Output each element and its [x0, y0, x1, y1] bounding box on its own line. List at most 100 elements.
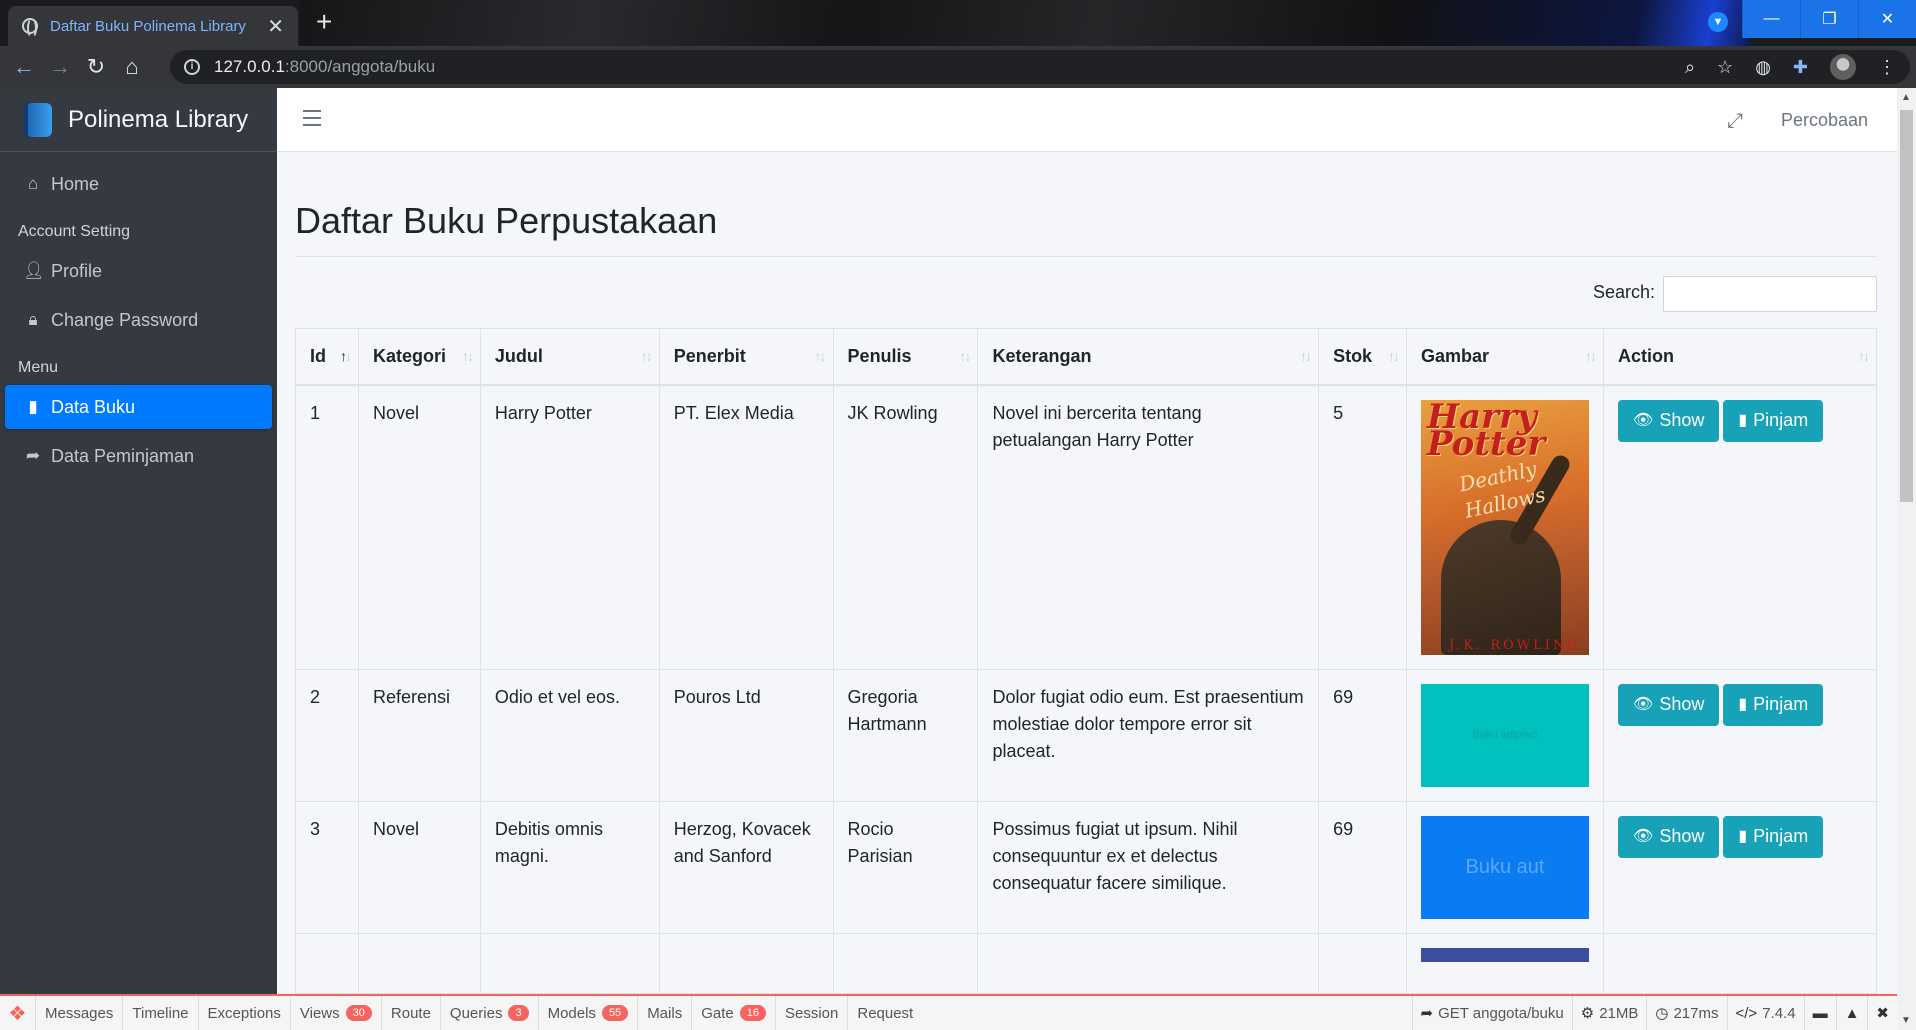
- window-background: [300, 0, 1750, 46]
- column-header-penerbit[interactable]: Penerbit ↑↓: [658, 328, 834, 386]
- column-header-penulis[interactable]: Penulis ↑↓: [832, 328, 979, 386]
- debugbar-php-version[interactable]: </> 7.4.4: [1726, 996, 1804, 1030]
- address-bar[interactable]: i 127.0.0.1:8000/anggota/buku ⌕ ☆ ◍ ✚ ⋮: [170, 50, 1910, 84]
- book-icon: ▮: [1738, 412, 1748, 429]
- debugbar-tab-gate[interactable]: Gate 16: [692, 996, 776, 1030]
- sidebar-nav: ⌂ Home Account Setting 👤︎ Profile 🔒︎ Cha…: [0, 152, 277, 493]
- pinjam-button[interactable]: ▮ Pinjam: [1723, 683, 1824, 726]
- cover-author: J.K. ROWLING: [1449, 637, 1581, 653]
- content: Daftar Buku Perpustakaan Search: Id ↑↓ Ka…: [277, 152, 1897, 994]
- search-input[interactable]: [1663, 276, 1877, 312]
- tab-close-icon[interactable]: ✕: [267, 14, 284, 39]
- cell-stok: 69: [1318, 800, 1408, 934]
- search-label: Search:: [1593, 282, 1656, 302]
- debugbar-memory[interactable]: ⚙ 21MB: [1571, 996, 1647, 1030]
- show-button[interactable]: 👁︎ Show: [1618, 399, 1720, 442]
- fullscreen-icon[interactable]: ⤢: [1727, 110, 1743, 133]
- cell-judul: Odio et vel eos.: [479, 668, 660, 802]
- back-icon[interactable]: ←: [6, 49, 42, 85]
- close-debugbar-icon[interactable]: ✖: [1867, 996, 1897, 1030]
- bookmark-star-icon[interactable]: ☆: [1717, 57, 1733, 78]
- sidebar-item-label: Data Peminjaman: [51, 445, 195, 466]
- page-scrollbar[interactable]: ▲ ▼: [1897, 88, 1916, 1030]
- debugbar-tab-queries[interactable]: Queries 3: [441, 996, 539, 1030]
- column-header-stok[interactable]: Stok ↑↓: [1318, 328, 1408, 386]
- site-info-icon[interactable]: i: [184, 59, 200, 75]
- user-menu-link[interactable]: Percobaan: [1781, 110, 1868, 131]
- sort-asc-icon: ↑↓: [339, 348, 352, 364]
- brand-link[interactable]: Polinema Library: [0, 88, 277, 152]
- debugbar-tab-models[interactable]: Models 55: [539, 996, 639, 1030]
- debugbar-tab-messages[interactable]: Messages: [36, 996, 124, 1030]
- sidebar-item-home[interactable]: ⌂ Home: [5, 162, 272, 206]
- column-header-id[interactable]: Id ↑↓: [295, 328, 359, 386]
- sort-icon: ↑↓: [814, 348, 827, 364]
- minimize-debugbar-icon[interactable]: ▲: [1835, 996, 1868, 1030]
- show-button[interactable]: 👁︎ Show: [1618, 815, 1720, 858]
- table-row: 3 Novel Debitis omnis magni. Herzog, Kov…: [295, 800, 1877, 934]
- show-button[interactable]: 👁︎ Show: [1618, 683, 1720, 726]
- debugbar-tab-exceptions[interactable]: Exceptions: [199, 996, 291, 1030]
- sort-icon: ↑↓: [461, 348, 474, 364]
- sidebar-item-data-buku[interactable]: ▮ Data Buku: [5, 385, 272, 429]
- book-icon: ▮: [1738, 828, 1748, 845]
- extensions-puzzle-icon[interactable]: ✚: [1793, 57, 1808, 78]
- cell-gambar: Buku aut: [1406, 800, 1605, 934]
- debugbar-route[interactable]: ➦ GET anggota/buku: [1411, 996, 1572, 1030]
- debugbar-tab-route[interactable]: Route: [382, 996, 441, 1030]
- pinjam-button[interactable]: ▮ Pinjam: [1723, 815, 1824, 858]
- browser-tab[interactable]: Daftar Buku Polinema Library ✕: [8, 6, 298, 46]
- book-cover-image: Buku adipisci: [1421, 683, 1590, 787]
- cell-penulis: JK Rowling: [832, 384, 979, 670]
- home-icon[interactable]: ⌂: [114, 49, 150, 85]
- cell-penerbit: Pouros Ltd: [658, 668, 834, 802]
- cell-penerbit: Herzog, Kovacek and Sanford: [658, 800, 834, 934]
- sidebar-item-label: Change Password: [51, 309, 199, 330]
- count-badge: 3: [508, 1005, 529, 1021]
- minimize-button[interactable]: —: [1742, 0, 1800, 38]
- debugbar-info: ➦ GET anggota/buku ⚙ 21MB ◷ 217ms </> 7.4.4 …: [1411, 996, 1898, 1030]
- scroll-down-icon[interactable]: ▼: [1901, 1015, 1911, 1026]
- cell-id: 3: [295, 800, 359, 934]
- folder-icon[interactable]: ▬: [1803, 996, 1836, 1030]
- restore-button[interactable]: ❐: [1800, 0, 1858, 38]
- cell-keterangan: Possimus fugiat ut ipsum. Nihil consequu…: [977, 800, 1320, 934]
- cell-id: 2: [295, 668, 359, 802]
- profile-avatar[interactable]: [1830, 54, 1856, 80]
- debugbar-tab-mails[interactable]: Mails: [638, 996, 693, 1030]
- scroll-up-icon[interactable]: ▲: [1901, 92, 1911, 103]
- new-tab-button[interactable]: +: [316, 8, 332, 36]
- url-path: :8000/anggota/buku: [284, 57, 436, 76]
- reload-icon[interactable]: ↻: [78, 49, 114, 85]
- laravel-logo-icon[interactable]: ❖: [0, 996, 36, 1030]
- pinjam-button[interactable]: ▮ Pinjam: [1723, 399, 1824, 442]
- sidebar-item-profile[interactable]: 👤︎ Profile: [5, 249, 272, 293]
- hamburger-menu-icon[interactable]: [303, 110, 321, 126]
- scrollbar-thumb[interactable]: [1900, 110, 1913, 502]
- forward-icon[interactable]: →: [42, 49, 78, 85]
- debugbar-tab-request[interactable]: Request: [848, 996, 922, 1030]
- debugbar-tab-session[interactable]: Session: [776, 996, 849, 1030]
- sidebar-item-data-peminjaman[interactable]: ➦ Data Peminjaman: [5, 434, 272, 478]
- table-row: 2 Referensi Odio et vel eos. Pouros Ltd …: [295, 668, 1877, 802]
- sidebar-item-change-password[interactable]: 🔒︎ Change Password: [5, 298, 272, 342]
- column-header-action[interactable]: Action ↑↓: [1603, 328, 1877, 386]
- omnibox-actions: ⌕ ☆ ◍ ✚ ⋮: [1685, 50, 1896, 84]
- sort-icon: ↑↓: [1585, 348, 1597, 364]
- sidebar-item-label: Profile: [51, 260, 103, 281]
- cell-action: 👁︎ Show ▮ Pinjam: [1603, 384, 1877, 670]
- menu-kebab-icon[interactable]: ⋮: [1878, 57, 1896, 78]
- column-header-gambar[interactable]: Gambar ↑↓: [1406, 328, 1605, 386]
- column-header-kategori[interactable]: Kategori ↑↓: [357, 328, 481, 386]
- zoom-icon[interactable]: ⌕: [1685, 57, 1695, 78]
- debugbar-tab-timeline[interactable]: Timeline: [123, 996, 199, 1030]
- debugbar-tab-views[interactable]: Views 30: [291, 996, 382, 1030]
- column-header-judul[interactable]: Judul ↑↓: [479, 328, 660, 386]
- extension-icon[interactable]: ▼: [1708, 12, 1728, 32]
- close-button[interactable]: ✕: [1858, 0, 1916, 38]
- column-header-keterangan[interactable]: Keterangan ↑↓: [977, 328, 1320, 386]
- book-cover-image: Harry Potter Deathly Hallows J.K. ROWLIN…: [1421, 399, 1590, 655]
- translate-globe-icon[interactable]: ◍: [1755, 57, 1771, 78]
- debugbar-time[interactable]: ◷ 217ms: [1646, 996, 1726, 1030]
- sort-icon: ↑↓: [1388, 348, 1400, 364]
